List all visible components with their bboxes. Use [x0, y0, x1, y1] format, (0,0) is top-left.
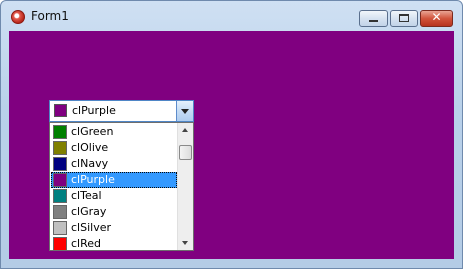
app-icon[interactable]	[11, 10, 25, 24]
dropdown-arrow-button[interactable]	[176, 101, 193, 121]
color-dropdown-list[interactable]: clGreen clOlive clNavy clPurple clTeal clGray…	[49, 122, 194, 251]
color-swatch	[53, 221, 67, 235]
color-swatch	[53, 125, 67, 139]
color-list-item[interactable]: clRed	[51, 236, 177, 250]
scroll-thumb[interactable]	[179, 145, 192, 160]
close-button[interactable]: ✕	[420, 10, 453, 27]
color-swatch	[53, 173, 67, 187]
window-title: Form1	[31, 9, 69, 23]
color-list-item[interactable]: clNavy	[51, 156, 177, 172]
color-swatch	[53, 205, 67, 219]
scroll-down-icon[interactable]	[178, 235, 193, 250]
selected-color-swatch	[54, 104, 67, 117]
close-icon: ✕	[431, 10, 442, 24]
color-swatch	[53, 141, 67, 155]
list-scrollbar[interactable]	[177, 123, 193, 250]
combobox-selected-text: clPurple	[72, 104, 116, 117]
color-swatch	[53, 237, 67, 250]
color-list-item[interactable]: clOlive	[51, 140, 177, 156]
color-item-label: clOlive	[71, 141, 109, 154]
color-list-item[interactable]: clTeal	[51, 188, 177, 204]
maximize-icon	[399, 14, 409, 22]
color-item-label: clTeal	[71, 189, 102, 202]
color-item-label: clSilver	[71, 221, 111, 234]
color-list-item[interactable]: clGray	[51, 204, 177, 220]
color-list-item[interactable]: clGreen	[51, 124, 177, 140]
color-list-item[interactable]: clSilver	[51, 220, 177, 236]
color-swatch	[53, 189, 67, 203]
scroll-up-icon[interactable]	[178, 123, 193, 138]
color-list-item[interactable]: clPurple	[51, 172, 177, 188]
title-bar[interactable]: Form1 ✕	[1, 1, 462, 31]
color-item-label: clPurple	[71, 173, 115, 186]
color-item-label: clRed	[71, 237, 102, 250]
color-item-label: clNavy	[71, 157, 109, 170]
minimize-icon	[369, 20, 378, 22]
maximize-button[interactable]	[390, 10, 418, 27]
color-item-label: clGreen	[71, 125, 114, 138]
form1-window: Form1 ✕ clPurple clGreen clOlive clNavy clP…	[0, 0, 463, 269]
color-swatch	[53, 157, 67, 171]
minimize-button[interactable]	[359, 10, 388, 27]
color-item-label: clGray	[71, 205, 107, 218]
color-combobox[interactable]: clPurple	[49, 100, 194, 122]
